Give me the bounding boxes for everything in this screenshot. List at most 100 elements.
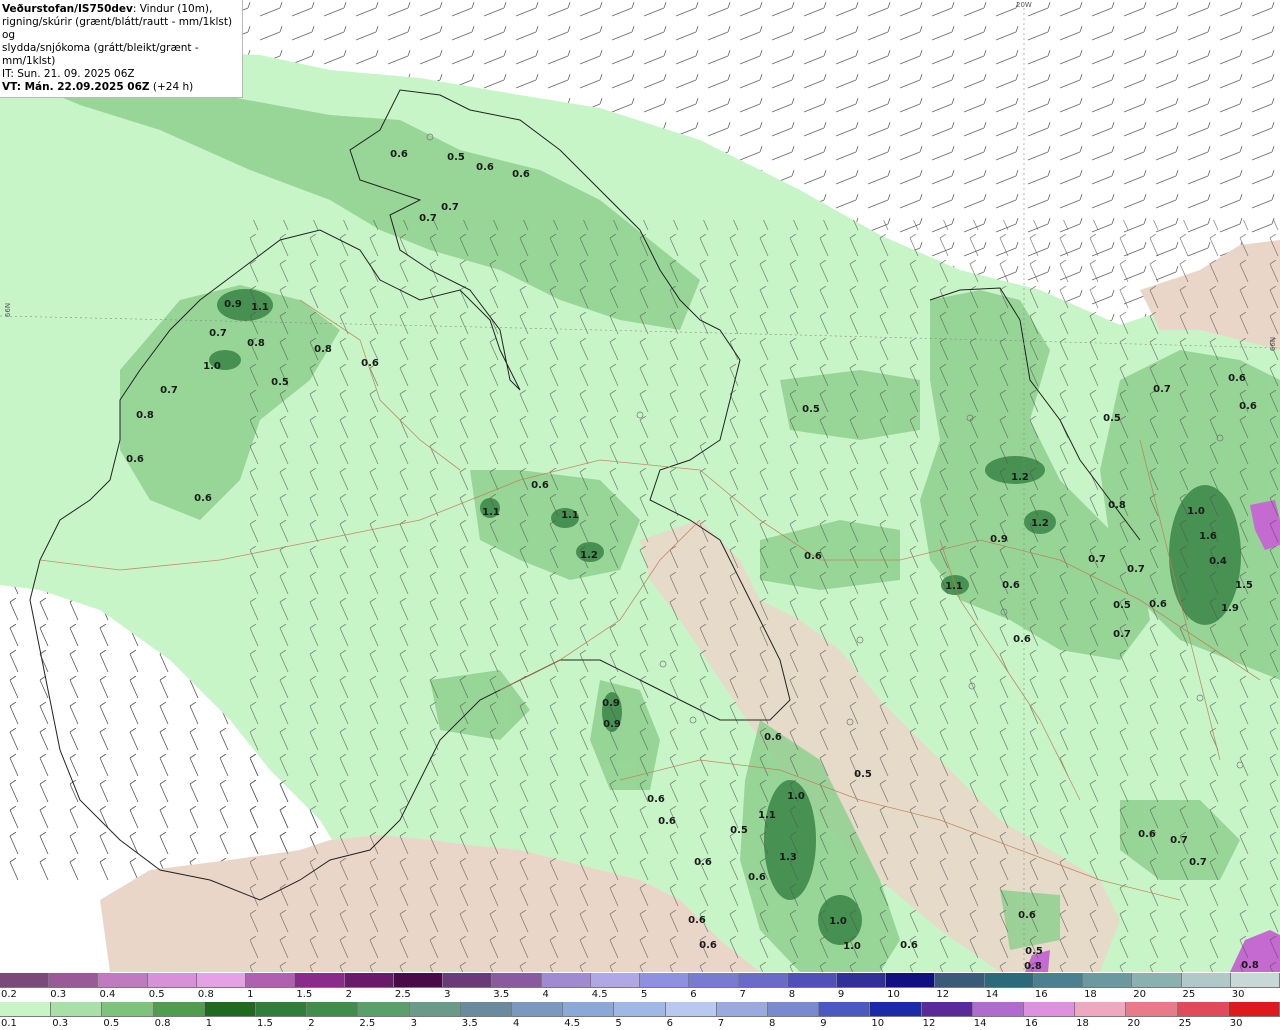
legend-swatch	[196, 973, 247, 988]
precip-label: 0.8	[314, 344, 332, 355]
lat-label-left: 66N	[4, 302, 13, 318]
legend-label: 16	[1034, 989, 1048, 1000]
precip-label: 0.5	[1113, 600, 1131, 611]
precip-label: 0.6	[361, 358, 379, 369]
legend-swatch	[1132, 973, 1182, 988]
legend-label: 5	[641, 989, 648, 1000]
legend-swatch	[492, 973, 542, 988]
legend-swatch	[541, 973, 591, 988]
legend-label: 2.5	[394, 989, 411, 1000]
precip-label: 0.6	[390, 149, 408, 160]
legend-swatch	[0, 973, 50, 988]
precip-label: 1.2	[1011, 472, 1029, 483]
legend-swatch	[935, 973, 985, 988]
legend-label: 12	[936, 989, 950, 1000]
legend-snow-labels: 0.2 0.3 0.4 0.5 0.8 1 1.5 2 2.5 3 3.5 4 4.5 5 6 7 8 9 10 12…	[0, 989, 1280, 1001]
legend-label: 2	[308, 1018, 315, 1029]
legend-label: 7	[717, 1018, 725, 1029]
precip-label: 0.6	[126, 454, 144, 465]
legend-label: 9	[820, 1018, 827, 1029]
precip-label: 0.6	[194, 493, 212, 504]
legend-label: 16	[1025, 1018, 1038, 1029]
wind-barbs-land	[250, 220, 1280, 972]
legend-label: 0.8	[197, 989, 214, 1000]
precip-label: 0.9	[224, 299, 242, 310]
legend-swatch	[147, 973, 197, 988]
precip-label: 0.8	[1241, 960, 1259, 971]
precip-label: 0.5	[447, 152, 465, 163]
legend-swatch	[295, 973, 345, 988]
legend-label: 6	[690, 989, 697, 1000]
precip-label: 1.9	[1221, 603, 1239, 614]
legend-label: 14	[973, 1018, 987, 1029]
precip-label: 1.0	[829, 916, 847, 927]
legend-swatch	[689, 973, 739, 988]
legend-swatch	[665, 1002, 717, 1017]
legend-swatch	[307, 1002, 359, 1017]
valid-time: VT: Mán. 22.09.2025 06Z	[2, 81, 150, 93]
precip-label: 0.9	[603, 719, 621, 730]
legend-label: 6	[666, 1018, 673, 1029]
legend-swatch	[640, 973, 690, 988]
precip-label: 0.6	[1138, 829, 1156, 840]
legend-label: 5	[615, 1018, 622, 1029]
desc-line-2: rigning/skúrir (grænt/blátt/rautt - mm/1…	[2, 16, 233, 41]
legend-swatch	[1083, 973, 1133, 988]
legend-swatch	[49, 973, 99, 988]
legend-label: 20	[1127, 1018, 1141, 1029]
precip-label: 0.7	[1170, 835, 1188, 846]
legend-swatch	[460, 1002, 513, 1017]
precip-label: 0.5	[730, 825, 748, 836]
precip-label: 1.0	[843, 941, 861, 952]
legend-label: 0.4	[99, 989, 116, 1000]
precip-label: 0.7	[209, 328, 227, 339]
source-name: Veðurstofan/IS750dev	[2, 3, 133, 15]
legend-label: 25	[1178, 1018, 1192, 1029]
legend-label: 8	[788, 989, 796, 1000]
legend-swatch	[590, 973, 641, 988]
precip-label: 0.6	[748, 872, 766, 883]
legend-swatch	[1075, 1002, 1127, 1017]
precip-label: 1.0	[203, 361, 221, 372]
legend-swatch	[716, 1002, 769, 1017]
legend-label: 7	[739, 989, 746, 1000]
legend-swatch	[1126, 1002, 1178, 1017]
legend-swatch	[1181, 973, 1231, 988]
precip-label: 0.5	[271, 377, 289, 388]
precip-label: 0.8	[136, 410, 154, 421]
precip-label: 0.7	[1127, 564, 1145, 575]
precip-label: 0.6	[476, 162, 494, 173]
legend-swatch	[787, 973, 837, 988]
legend-label: 9	[837, 989, 845, 1000]
desc-line-1: : Vindur (10m),	[132, 3, 213, 15]
precip-label: 1.1	[758, 810, 776, 821]
legend-label: 30	[1231, 989, 1245, 1000]
legend-label: 0.3	[50, 989, 67, 1000]
legend-swatch	[1033, 973, 1084, 988]
legend-label: 0.2	[1, 989, 17, 1000]
legend-label: 3	[410, 1018, 417, 1029]
precip-label: 0.7	[1113, 629, 1131, 640]
legend-label: 2.5	[359, 1018, 376, 1029]
legend-label: 0.3	[52, 1018, 69, 1029]
color-legend: 0.2 0.3 0.4 0.5 0.8 1 1.5 2 2.5 3 3.5 4 4.5 5 6 7 8 9 10 12…	[0, 972, 1280, 1030]
legend-swatch	[344, 973, 394, 988]
legend-swatch	[768, 1002, 820, 1017]
precip-label: 0.6	[1002, 580, 1020, 591]
legend-swatch	[443, 973, 493, 988]
lead-time: (+24 h)	[152, 81, 194, 93]
lat-label-right: 66N	[1269, 336, 1278, 352]
legend-rain-labels: 0.1 0.3 0.5 0.8 1 1.5 2 2.5 3 3.5 4 4.5 5 6 7 8 9 10 12 14 1…	[0, 1018, 1280, 1030]
lon-label-20w: 20W	[1016, 1, 1032, 9]
legend-swatch	[102, 1002, 154, 1017]
legend-label: 1.5	[296, 989, 313, 1000]
legend-swatch	[819, 1002, 871, 1017]
map-info-box: Veðurstofan/IS750dev: Vindur (10m), rign…	[0, 0, 243, 98]
legend-swatch	[984, 973, 1034, 988]
legend-label: 1	[205, 1018, 213, 1029]
legend-label: 1.5	[257, 1018, 273, 1029]
weather-map[interactable]: 0.6 0.5 0.6 0.6 0.7 0.7 0.9 1.1 0.7 0.8 0.8 0.6 1.0 0…	[0, 0, 1280, 972]
legend-label: 10	[887, 989, 900, 1000]
legend-swatch	[738, 973, 788, 988]
legend-label: 18	[1084, 989, 1097, 1000]
